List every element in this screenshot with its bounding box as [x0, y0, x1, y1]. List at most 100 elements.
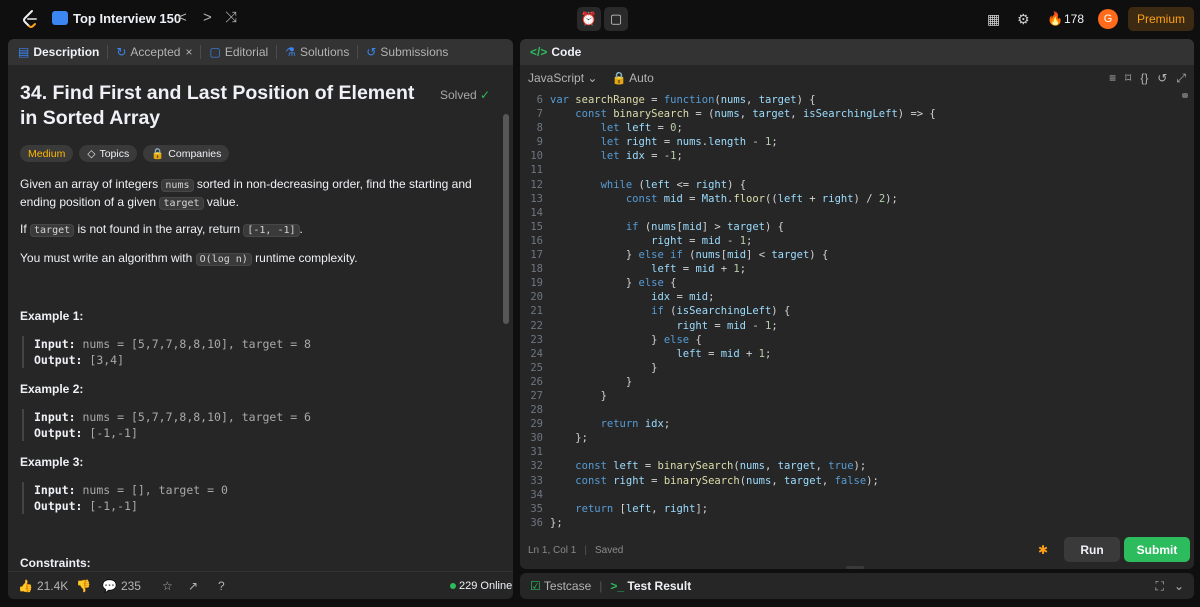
- star-icon[interactable]: ☆: [162, 579, 173, 593]
- streak-count[interactable]: 178: [1064, 12, 1084, 26]
- code-line[interactable]: 16 right = mid - 1;: [520, 234, 1180, 248]
- chevron-down-icon[interactable]: ⌄: [1174, 579, 1184, 594]
- code-line[interactable]: 32 const left = binarySearch(nums, targe…: [520, 459, 1180, 473]
- code-line[interactable]: 13 const mid = Math.floor((left + right)…: [520, 192, 1180, 206]
- debug-icon[interactable]: ✱: [1038, 543, 1048, 557]
- settings-icon[interactable]: ⚙: [1017, 11, 1030, 28]
- format-icon[interactable]: ≡: [1109, 71, 1116, 86]
- example-box: Input: nums = [5,7,7,8,8,10], target = 6…: [22, 409, 482, 441]
- code-line[interactable]: 9 let right = nums.length - 1;: [520, 135, 1180, 149]
- code-line[interactable]: 19 } else {: [520, 276, 1180, 290]
- tab-code[interactable]: </> Code: [530, 45, 581, 59]
- code-icon: </>: [530, 45, 548, 59]
- run-button[interactable]: Run: [1064, 537, 1120, 562]
- code-editor[interactable]: 6 var searchRange = function(nums, target…: [520, 93, 1180, 533]
- tab-label: Accepted: [130, 45, 181, 59]
- code-line[interactable]: 11: [520, 163, 1180, 177]
- dislike-icon[interactable]: 👎: [76, 579, 91, 593]
- tag-icon: ◇: [87, 147, 96, 160]
- editor-scrollbar[interactable]: [1182, 93, 1188, 98]
- tab-solutions[interactable]: ⚗ Solutions: [285, 45, 349, 59]
- line-code: if (isSearchingLeft) {: [651, 305, 791, 318]
- description-scrollbar[interactable]: [502, 101, 510, 571]
- code-line[interactable]: 28: [520, 403, 1180, 417]
- code-line[interactable]: 18 left = mid + 1;: [520, 262, 1180, 276]
- chevron-down-icon: ⌄: [587, 71, 598, 85]
- tab-testcase[interactable]: ☑ Testcase: [530, 579, 591, 593]
- code-line[interactable]: 30 };: [520, 431, 1180, 445]
- line-code: idx = mid;: [651, 291, 715, 304]
- code-line[interactable]: 35 return [left, right];: [520, 502, 1180, 516]
- help-icon[interactable]: ?: [218, 579, 225, 593]
- problem-list-title[interactable]: Top Interview 150: [73, 11, 181, 26]
- line-number: 28: [530, 404, 543, 417]
- tab-submissions[interactable]: ↺ Submissions: [366, 45, 448, 59]
- companies-button[interactable]: 🔒 Companies: [143, 145, 230, 162]
- leetcode-logo-icon[interactable]: [20, 9, 40, 29]
- close-icon[interactable]: ×: [185, 45, 192, 59]
- scrollbar-thumb[interactable]: [503, 114, 509, 324]
- code-line[interactable]: 23 } else {: [520, 333, 1180, 347]
- cursor-position: Ln 1, Col 1: [528, 545, 577, 556]
- shuffle-icon[interactable]: ⤨: [225, 9, 237, 26]
- tab-description[interactable]: ▤ Description: [18, 45, 99, 59]
- submit-button[interactable]: Submit: [1124, 537, 1190, 562]
- input-value: nums = [5,7,7,8,8,10], target = 8: [82, 337, 311, 351]
- accepted-icon: ↻: [116, 45, 127, 59]
- code-line[interactable]: 27 }: [520, 389, 1180, 403]
- input-label: Input:: [34, 483, 76, 497]
- topics-button[interactable]: ◇ Topics: [79, 145, 138, 162]
- code-line[interactable]: 12 while (left <= right) {: [520, 178, 1180, 192]
- code-line[interactable]: 36};: [520, 516, 1180, 530]
- test-tabs: ☑ Testcase | >_ Test Result: [530, 579, 691, 593]
- code-line[interactable]: 29 return idx;: [520, 417, 1180, 431]
- online-label: 229 Online: [459, 580, 513, 592]
- fullscreen-icon[interactable]: ⛶: [1156, 579, 1164, 594]
- test-tools: ⛶ ⌄: [1156, 579, 1184, 594]
- panel-resize-handle[interactable]: [846, 566, 864, 569]
- code-line[interactable]: 7 const binarySearch = (nums, target, is…: [520, 107, 1180, 121]
- code-line[interactable]: 25 }: [520, 361, 1180, 375]
- code-line[interactable]: 6 var searchRange = function(nums, target…: [520, 93, 1180, 107]
- tab-test-result[interactable]: >_ Test Result: [610, 579, 691, 593]
- layout-icon[interactable]: ▦: [987, 11, 1000, 28]
- code-line[interactable]: 8 let left = 0;: [520, 121, 1180, 135]
- tab-accepted[interactable]: ↻ Accepted ×: [116, 45, 192, 59]
- text: runtime complexity.: [251, 251, 358, 265]
- code-line[interactable]: 10 let idx = -1;: [520, 149, 1180, 163]
- code-line[interactable]: 33 const right = binarySearch(nums, targ…: [520, 474, 1180, 488]
- share-icon[interactable]: ↗: [188, 579, 198, 593]
- editor-toolbar: JavaScript ⌄ 🔒 Auto: [528, 71, 654, 85]
- code-line[interactable]: 34: [520, 488, 1180, 502]
- next-problem-icon[interactable]: >: [203, 9, 212, 26]
- comments-button[interactable]: 💬 235: [102, 579, 141, 593]
- code-line[interactable]: 24 left = mid + 1;: [520, 347, 1180, 361]
- code-line[interactable]: 26 }: [520, 375, 1180, 389]
- code-line[interactable]: 14: [520, 206, 1180, 220]
- autocomplete-mode[interactable]: 🔒 Auto: [611, 71, 653, 85]
- line-number: 16: [530, 234, 543, 247]
- avatar[interactable]: G: [1098, 9, 1118, 29]
- code-line[interactable]: 22 right = mid - 1;: [520, 319, 1180, 333]
- braces-icon[interactable]: {}: [1140, 71, 1148, 86]
- code-line[interactable]: 20 idx = mid;: [520, 290, 1180, 304]
- expand-icon[interactable]: ⤢: [1176, 71, 1186, 86]
- description-paragraph-3: You must write an algorithm with O(log n…: [20, 250, 490, 268]
- language-select[interactable]: JavaScript ⌄: [528, 71, 597, 85]
- line-code: const mid = Math.floor((left + right) / …: [625, 192, 898, 205]
- code-line[interactable]: 31: [520, 445, 1180, 459]
- tab-editorial[interactable]: ▢ Editorial: [209, 45, 268, 59]
- notes-icon[interactable]: ▢: [604, 7, 628, 31]
- premium-button[interactable]: Premium: [1128, 7, 1194, 31]
- code-line[interactable]: 15 if (nums[mid] > target) {: [520, 220, 1180, 234]
- line-number: 7: [536, 108, 543, 121]
- code-line[interactable]: 21 if (isSearchingLeft) {: [520, 304, 1180, 318]
- timer-icon[interactable]: ⏰: [577, 7, 601, 31]
- like-button[interactable]: 👍 21.4K: [18, 579, 68, 593]
- code-line[interactable]: 17 } else if (nums[mid] < target) {: [520, 248, 1180, 262]
- inline-code: nums: [161, 179, 194, 192]
- line-code: const left = binarySearch(nums, target, …: [575, 460, 867, 473]
- prev-problem-icon[interactable]: <: [178, 9, 187, 26]
- reset-icon[interactable]: ↺: [1157, 71, 1167, 86]
- bookmark-icon[interactable]: ⌑: [1125, 71, 1131, 86]
